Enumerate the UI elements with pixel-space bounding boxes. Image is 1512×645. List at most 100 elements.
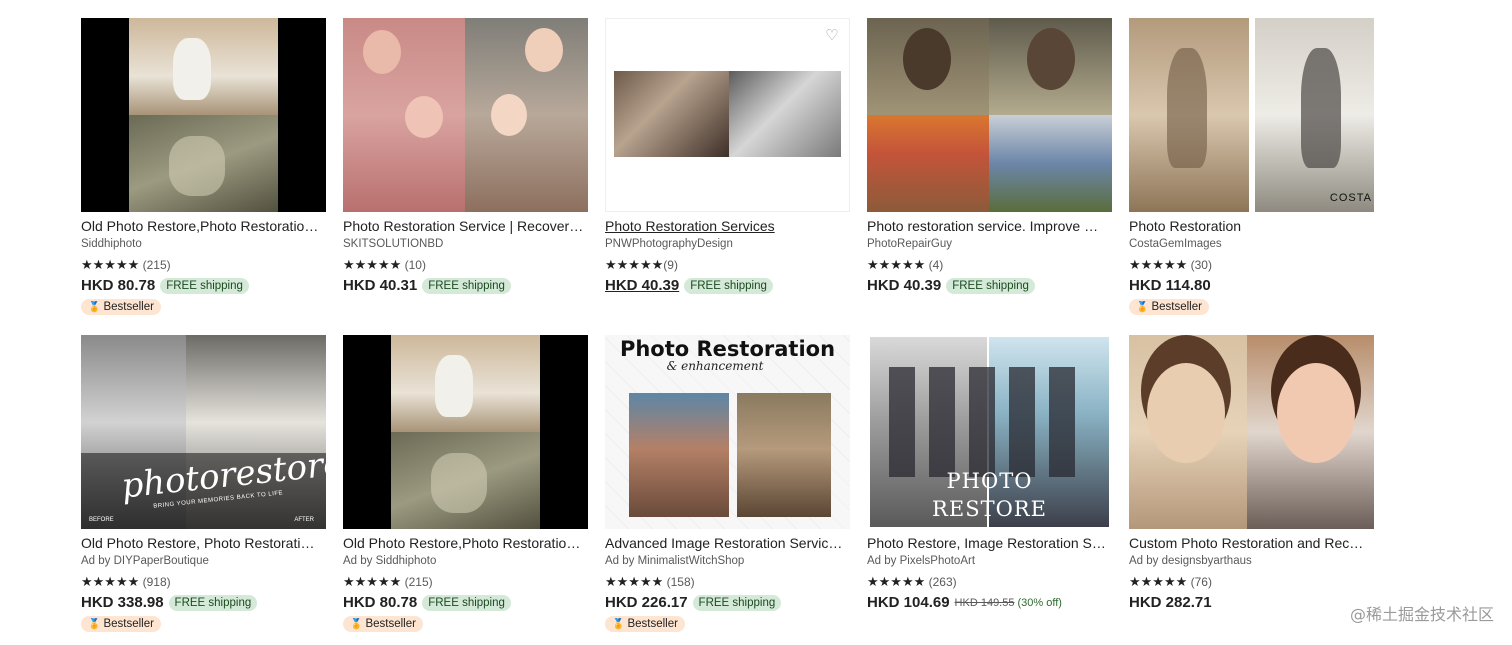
star-rating-icon: ★★★★★	[605, 257, 664, 272]
rating: ★★★★★(9)	[605, 257, 678, 273]
rating: ★★★★★ (215)	[81, 257, 171, 273]
listing-image[interactable]: COSTA	[1129, 18, 1374, 212]
star-rating-icon: ★★★★★	[605, 574, 664, 589]
listing-image[interactable]: Photo Restoration & enhancement	[605, 335, 850, 529]
shop-name[interactable]: PNWPhotographyDesign	[605, 238, 733, 250]
rating: ★★★★★ (263)	[867, 574, 957, 590]
review-count: (158)	[666, 575, 695, 589]
group-photo-damaged	[867, 115, 989, 212]
listing-card[interactable]: COSTA Photo Restoration CostaGemImages ★…	[1129, 18, 1374, 328]
free-shipping-badge: FREE shipping	[160, 277, 249, 294]
price: HKD 114.80	[1129, 277, 1211, 294]
child-face	[491, 94, 527, 136]
image-heading-text: Photo Restoration	[619, 337, 836, 361]
listing-card[interactable]: Old Photo Restore,Photo Restoration… Ad …	[343, 335, 588, 645]
price: HKD 80.78	[81, 277, 156, 294]
listing-title[interactable]: Photo Restoration Services	[605, 217, 850, 235]
shop-name[interactable]: Ad by MinimalistWitchShop	[605, 555, 744, 567]
listing-title[interactable]: Photo Restoration	[1129, 217, 1374, 235]
medal-icon: 🏅	[88, 302, 101, 313]
rating: ★★★★★ (918)	[81, 574, 171, 590]
shop-name[interactable]: CostaGemImages	[1129, 238, 1222, 250]
badge-label: Bestseller	[627, 618, 678, 630]
baby-figure-damaged	[169, 136, 225, 196]
review-count: (30)	[1190, 258, 1212, 272]
child-face	[405, 96, 443, 138]
baby-figure	[435, 355, 473, 417]
price-row: HKD 282.71	[1129, 594, 1212, 611]
listing-card[interactable]: ♡ Photo Restoration Services PNWPhotogra…	[605, 18, 850, 328]
price-row: HKD 80.78 FREE shipping	[81, 277, 249, 294]
price-row: HKD 40.39 FREE shipping	[605, 277, 773, 294]
image-title-text-2: RESTORE	[932, 497, 1047, 521]
bestseller-badge: 🏅 Bestseller	[605, 616, 685, 632]
bestseller-badge: 🏅 Bestseller	[343, 616, 423, 632]
price-row: HKD 40.31 FREE shipping	[343, 277, 511, 294]
price: HKD 80.78	[343, 594, 418, 611]
listing-title[interactable]: Custom Photo Restoration and Rec…	[1129, 534, 1374, 552]
listing-title[interactable]: Old Photo Restore, Photo Restorati…	[81, 534, 326, 552]
shop-name[interactable]: Ad by PixelsPhotoArt	[867, 555, 975, 567]
listing-title[interactable]: Old Photo Restore,Photo Restoration…	[81, 217, 326, 235]
listing-card[interactable]: Old Photo Restore,Photo Restoration… Sid…	[81, 18, 326, 328]
rating: ★★★★★ (76)	[1129, 574, 1212, 590]
free-shipping-badge: FREE shipping	[684, 277, 773, 294]
listing-image[interactable]: PHOTO RESTORE	[867, 335, 1112, 529]
group-figures	[889, 367, 1089, 477]
star-rating-icon: ★★★★★	[343, 574, 402, 589]
woman-face	[1277, 363, 1355, 463]
rating: ★★★★★ (158)	[605, 574, 695, 590]
listing-image[interactable]	[81, 18, 326, 212]
listing-title[interactable]: Old Photo Restore,Photo Restoration…	[343, 534, 588, 552]
listing-image[interactable]	[343, 335, 588, 529]
listing-card[interactable]: Photo restoration service. Improve … Pho…	[867, 18, 1112, 328]
shop-name[interactable]: Ad by Siddhiphoto	[343, 555, 436, 567]
baby-figure	[173, 38, 211, 100]
shop-name[interactable]: SKITSOLUTIONBD	[343, 238, 443, 250]
image-watermark-text: COSTA	[1329, 192, 1372, 204]
listing-card[interactable]: Photo Restoration & enhancement Advanced…	[605, 335, 850, 645]
listing-image[interactable]: photorestore BRING YOUR MEMORIES BACK TO…	[81, 335, 326, 529]
price: HKD 40.39	[867, 277, 942, 294]
review-count: (215)	[142, 258, 171, 272]
star-rating-icon: ★★★★★	[867, 574, 926, 589]
listing-image[interactable]	[1129, 335, 1374, 529]
favorite-heart-icon[interactable]: ♡	[821, 25, 843, 47]
group-photo-restored	[989, 115, 1112, 212]
badge-label: Bestseller	[103, 301, 154, 313]
child-figure	[1301, 48, 1341, 168]
listing-title[interactable]: Advanced Image Restoration Servic…	[605, 534, 850, 552]
child-figure	[1167, 48, 1207, 168]
bestseller-badge: 🏅 Bestseller	[1129, 299, 1209, 315]
original-price: HKD 149.55	[954, 596, 1015, 609]
price: HKD 338.98	[81, 594, 164, 611]
listing-row: Old Photo Restore,Photo Restoration… Sid…	[81, 18, 1374, 328]
price-row: HKD 338.98 FREE shipping	[81, 594, 258, 611]
price: HKD 40.39	[605, 277, 680, 294]
listing-card[interactable]: PHOTO RESTORE Photo Restore, Image Resto…	[867, 335, 1112, 645]
face	[1027, 28, 1075, 90]
shop-name[interactable]: Siddhiphoto	[81, 238, 142, 250]
shop-name[interactable]: Ad by DIYPaperBoutique	[81, 555, 209, 567]
free-shipping-badge: FREE shipping	[422, 277, 511, 294]
image-title-text: PHOTO	[946, 469, 1033, 493]
review-count: (215)	[404, 575, 433, 589]
listing-card[interactable]: Custom Photo Restoration and Rec… Ad by …	[1129, 335, 1374, 645]
shop-name[interactable]: PhotoRepairGuy	[867, 238, 952, 250]
listing-card[interactable]: Photo Restoration Service | Recover… SKI…	[343, 18, 588, 328]
listing-image[interactable]: ♡	[605, 18, 850, 212]
price-row: HKD 80.78 FREE shipping	[343, 594, 511, 611]
listing-title[interactable]: Photo Restoration Service | Recover…	[343, 217, 588, 235]
rating: ★★★★★ (215)	[343, 574, 433, 590]
shop-name[interactable]: Ad by designsbyarthaus	[1129, 555, 1252, 567]
badge-label: Bestseller	[103, 618, 154, 630]
listing-card[interactable]: photorestore BRING YOUR MEMORIES BACK TO…	[81, 335, 326, 645]
listing-image[interactable]	[867, 18, 1112, 212]
listing-title[interactable]: Photo restoration service. Improve …	[867, 217, 1112, 235]
child-face	[525, 28, 563, 72]
star-rating-icon: ★★★★★	[81, 574, 140, 589]
medal-icon: 🏅	[1136, 302, 1149, 313]
listing-image[interactable]	[343, 18, 588, 212]
face-photo-before	[629, 393, 729, 517]
listing-title[interactable]: Photo Restore, Image Restoration S…	[867, 534, 1112, 552]
